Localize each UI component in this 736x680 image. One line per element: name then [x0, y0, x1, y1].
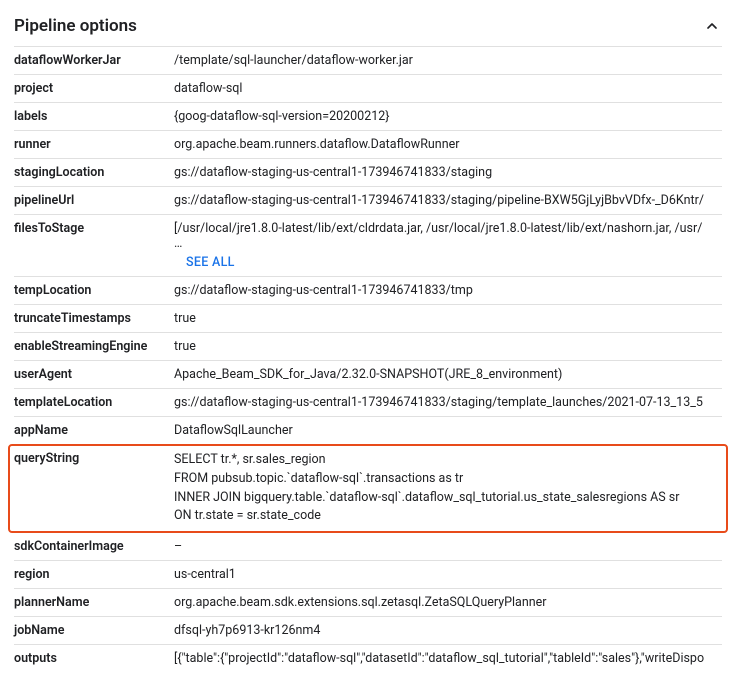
- option-value: [/usr/local/jre1.8.0-latest/lib/ext/cldr…: [174, 219, 722, 272]
- option-value: Apache_Beam_SDK_for_Java/2.32.0-SNAPSHOT…: [174, 365, 722, 384]
- option-key: truncateTimestamps: [14, 309, 174, 328]
- option-value: dataflow-sql: [174, 79, 722, 98]
- ellipsis-indicator: …: [174, 236, 722, 251]
- option-key: pipelineUrl: [14, 191, 174, 210]
- option-value: SELECT tr.*, sr.sales_region FROM pubsub…: [174, 449, 722, 528]
- option-row: runnerorg.apache.beam.runners.dataflow.D…: [14, 130, 722, 158]
- option-row: tempLocationgs://dataflow-staging-us-cen…: [14, 276, 722, 304]
- option-key: userAgent: [14, 365, 174, 384]
- option-row: filesToStage[/usr/local/jre1.8.0-latest/…: [14, 214, 722, 276]
- option-row: jobNamedfsql-yh7p6913-kr126nm4: [14, 616, 722, 644]
- option-key: stagingLocation: [14, 163, 174, 182]
- option-value: true: [174, 337, 722, 356]
- option-value: [{"table":{"projectId":"dataflow-sql","d…: [174, 649, 722, 668]
- option-key: queryString: [14, 449, 174, 468]
- option-row: plannerNameorg.apache.beam.sdk.extension…: [14, 588, 722, 616]
- option-row: labels{goog-dataflow-sql-version=2020021…: [14, 102, 722, 130]
- option-key: filesToStage: [14, 219, 174, 238]
- option-value: gs://dataflow-staging-us-central1-173946…: [174, 191, 722, 210]
- page-title: Pipeline options: [14, 16, 137, 36]
- option-value: org.apache.beam.runners.dataflow.Dataflo…: [174, 135, 722, 154]
- option-row: sdkContainerImage–: [14, 532, 722, 560]
- option-key: tempLocation: [14, 281, 174, 300]
- option-key: labels: [14, 107, 174, 126]
- option-value: gs://dataflow-staging-us-central1-173946…: [174, 393, 722, 412]
- option-row: appNameDataflowSqlLauncher: [14, 416, 722, 444]
- option-row: queryStringSELECT tr.*, sr.sales_region …: [14, 444, 722, 532]
- option-row: pipelineUrlgs://dataflow-staging-us-cent…: [14, 186, 722, 214]
- option-row: enableStreamingEnginetrue: [14, 332, 722, 360]
- option-row: stagingLocationgs://dataflow-staging-us-…: [14, 158, 722, 186]
- option-key: dataflowWorkerJar: [14, 51, 174, 70]
- option-row: truncateTimestampstrue: [14, 304, 722, 332]
- option-value: true: [174, 309, 722, 328]
- option-key: jobName: [14, 621, 174, 640]
- option-value: dfsql-yh7p6913-kr126nm4: [174, 621, 722, 640]
- option-value: us-central1: [174, 565, 722, 584]
- option-value: –: [174, 537, 722, 556]
- option-value: gs://dataflow-staging-us-central1-173946…: [174, 163, 722, 182]
- option-row: templateLocationgs://dataflow-staging-us…: [14, 388, 722, 416]
- pipeline-options-header: Pipeline options: [14, 8, 722, 46]
- option-row: userAgentApache_Beam_SDK_for_Java/2.32.0…: [14, 360, 722, 388]
- option-value: /template/sql-launcher/dataflow-worker.j…: [174, 51, 722, 70]
- see-all-button[interactable]: SEE ALL: [186, 255, 235, 270]
- option-value: DataflowSqlLauncher: [174, 421, 722, 440]
- pipeline-options-table: dataflowWorkerJar/template/sql-launcher/…: [14, 46, 722, 672]
- option-value: gs://dataflow-staging-us-central1-173946…: [174, 281, 722, 300]
- option-key: plannerName: [14, 593, 174, 612]
- option-key: appName: [14, 421, 174, 440]
- option-value: org.apache.beam.sdk.extensions.sql.zetas…: [174, 593, 722, 612]
- chevron-up-icon[interactable]: [702, 16, 722, 36]
- option-row: outputs[{"table":{"projectId":"dataflow-…: [14, 644, 722, 672]
- option-key: outputs: [14, 649, 174, 668]
- option-key: sdkContainerImage: [14, 537, 174, 556]
- option-key: region: [14, 565, 174, 584]
- option-key: runner: [14, 135, 174, 154]
- option-key: templateLocation: [14, 393, 174, 412]
- option-row: projectdataflow-sql: [14, 74, 722, 102]
- option-key: enableStreamingEngine: [14, 337, 174, 356]
- option-row: dataflowWorkerJar/template/sql-launcher/…: [14, 46, 722, 74]
- option-row: regionus-central1: [14, 560, 722, 588]
- option-key: project: [14, 79, 174, 98]
- option-value: {goog-dataflow-sql-version=20200212}: [174, 107, 722, 126]
